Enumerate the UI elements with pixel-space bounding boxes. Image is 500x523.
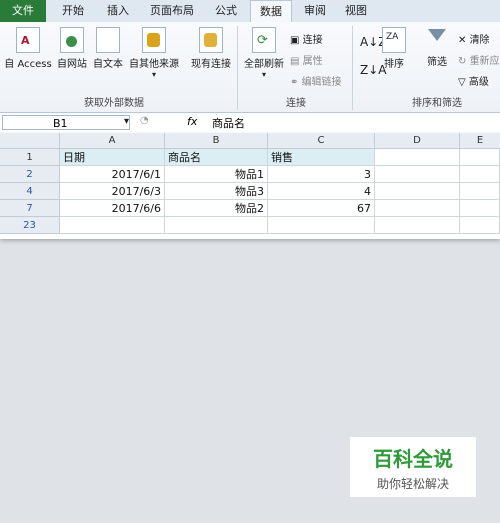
- group-label-get-external: 获取外部数据: [84, 98, 144, 109]
- properties-icon: ▤: [290, 56, 303, 67]
- table-cell[interactable]: [460, 183, 500, 200]
- link-icon: ⚭: [290, 77, 302, 88]
- connections-button[interactable]: ▣ 连接: [290, 31, 323, 46]
- tab-data[interactable]: 数据: [250, 0, 292, 23]
- advanced-button[interactable]: ▽ 高级: [458, 73, 489, 88]
- table-cell[interactable]: 物品2: [165, 200, 268, 217]
- refresh-icon: ⟳: [252, 27, 276, 53]
- connections-icon: [199, 27, 223, 53]
- table-cell[interactable]: 2017/6/6: [60, 200, 165, 217]
- tab-insert[interactable]: 插入: [98, 0, 138, 22]
- chevron-down-icon: ▾: [151, 70, 156, 79]
- column-header[interactable]: D: [375, 133, 460, 149]
- watermark-subtitle: 助你轻松解决: [376, 477, 449, 491]
- database-icon: [142, 27, 166, 53]
- tab-formulas[interactable]: 公式: [205, 0, 247, 22]
- name-box[interactable]: B1: [2, 115, 130, 130]
- table-cell[interactable]: 4: [268, 183, 375, 200]
- fx-icon[interactable]: fx: [187, 115, 197, 128]
- table-cell[interactable]: 商品名: [165, 149, 268, 166]
- column-header[interactable]: E: [460, 133, 500, 149]
- tab-home[interactable]: 开始: [52, 0, 94, 22]
- chevron-down-icon: ▾: [261, 70, 266, 79]
- worksheet: A B C D E 1 日期 商品名 销售 2 2017/6/1 物品1 3 4…: [0, 133, 500, 239]
- text-file-icon: [96, 27, 120, 53]
- from-web-button[interactable]: 自网站: [54, 27, 90, 70]
- table-cell[interactable]: 销售: [268, 149, 375, 166]
- ribbon-tab-bar: 文件 开始 插入 页面布局 公式 数据 审阅 视图: [0, 0, 500, 23]
- edit-links-button[interactable]: ⚭ 编辑链接: [290, 73, 342, 88]
- formula-input[interactable]: 商品名: [212, 115, 245, 131]
- filter-icon: [426, 27, 448, 51]
- divider: [237, 26, 238, 110]
- clear-icon: ✕: [458, 35, 470, 46]
- properties-button[interactable]: ▤ 属性: [290, 52, 323, 67]
- table-cell[interactable]: [375, 217, 460, 234]
- row-header[interactable]: 23: [0, 217, 60, 234]
- table-cell[interactable]: [375, 166, 460, 183]
- sort-button[interactable]: ZA 排序: [380, 27, 408, 70]
- table-cell[interactable]: [460, 166, 500, 183]
- row-header[interactable]: 2: [0, 166, 60, 183]
- access-icon: A: [16, 27, 40, 53]
- table-cell[interactable]: [460, 149, 500, 166]
- from-other-sources-button[interactable]: 自其他来源 ▾: [126, 27, 182, 79]
- table-cell[interactable]: [375, 149, 460, 166]
- table-cell[interactable]: 日期: [60, 149, 165, 166]
- tab-view[interactable]: 视图: [338, 0, 374, 22]
- table-cell[interactable]: [460, 217, 500, 234]
- tab-page-layout[interactable]: 页面布局: [143, 0, 201, 22]
- row-header[interactable]: 1: [0, 149, 60, 166]
- table-cell[interactable]: [375, 200, 460, 217]
- table-cell[interactable]: 67: [268, 200, 375, 217]
- column-header[interactable]: A: [60, 133, 165, 149]
- row-header[interactable]: 4: [0, 183, 60, 200]
- column-header[interactable]: B: [165, 133, 268, 149]
- table-cell[interactable]: [60, 217, 165, 234]
- reapply-button[interactable]: ↻ 重新应: [458, 52, 500, 67]
- advanced-filter-icon: ▽: [458, 77, 469, 88]
- table-cell[interactable]: [375, 183, 460, 200]
- column-header[interactable]: C: [268, 133, 375, 149]
- formula-bar-collapse-icon[interactable]: ◔: [140, 115, 149, 126]
- table-cell[interactable]: [268, 217, 375, 234]
- tab-review[interactable]: 审阅: [296, 0, 334, 22]
- table-cell[interactable]: 3: [268, 166, 375, 183]
- from-text-button[interactable]: 自文本: [90, 27, 126, 70]
- select-all-corner[interactable]: [0, 133, 60, 149]
- clear-button[interactable]: ✕ 清除: [458, 31, 490, 46]
- refresh-all-button[interactable]: ⟳ 全部刷新 ▾: [241, 27, 287, 79]
- tab-file[interactable]: 文件: [0, 0, 46, 22]
- group-label-sort-filter: 排序和筛选: [412, 98, 462, 109]
- divider: [352, 26, 353, 110]
- from-access-button[interactable]: A 自 Access: [2, 27, 54, 70]
- table-cell[interactable]: [460, 200, 500, 217]
- table-cell[interactable]: 2017/6/1: [60, 166, 165, 183]
- table-cell[interactable]: [165, 217, 268, 234]
- group-label-connections: 连接: [286, 98, 306, 109]
- sort-icon: ZA: [382, 27, 406, 53]
- filter-button[interactable]: 筛选: [422, 27, 452, 68]
- connection-icon: ▣: [290, 35, 303, 46]
- formula-bar: B1 ▾ ◔ fx 商品名: [0, 113, 500, 134]
- table-cell[interactable]: 物品1: [165, 166, 268, 183]
- table-cell[interactable]: 物品3: [165, 183, 268, 200]
- watermark-logo: 百科全说 助你轻松解决: [350, 437, 476, 497]
- watermark-title: 百科全说: [373, 447, 453, 471]
- existing-connections-button[interactable]: 现有连接: [188, 27, 234, 70]
- reapply-icon: ↻: [458, 56, 470, 67]
- globe-icon: [60, 27, 84, 53]
- row-header[interactable]: 7: [0, 200, 60, 217]
- name-box-dropdown-icon[interactable]: ▾: [124, 116, 129, 127]
- table-cell[interactable]: 2017/6/3: [60, 183, 165, 200]
